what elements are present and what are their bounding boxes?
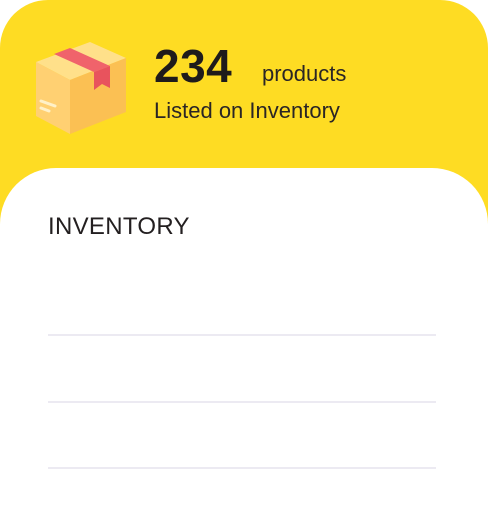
inventory-section-title: INVENTORY — [48, 213, 190, 240]
inventory-subtitle: Listed on Inventory — [154, 98, 340, 123]
inventory-card: 234 products Listed on Inventory INVENTO… — [0, 0, 488, 526]
list-item — [48, 467, 436, 469]
inventory-panel: INVENTORY — [0, 168, 488, 526]
list-item — [48, 334, 436, 336]
product-count-unit: products — [262, 61, 347, 86]
package-box-icon — [30, 38, 130, 138]
product-count: 234 — [154, 40, 233, 92]
list-item — [48, 401, 436, 403]
